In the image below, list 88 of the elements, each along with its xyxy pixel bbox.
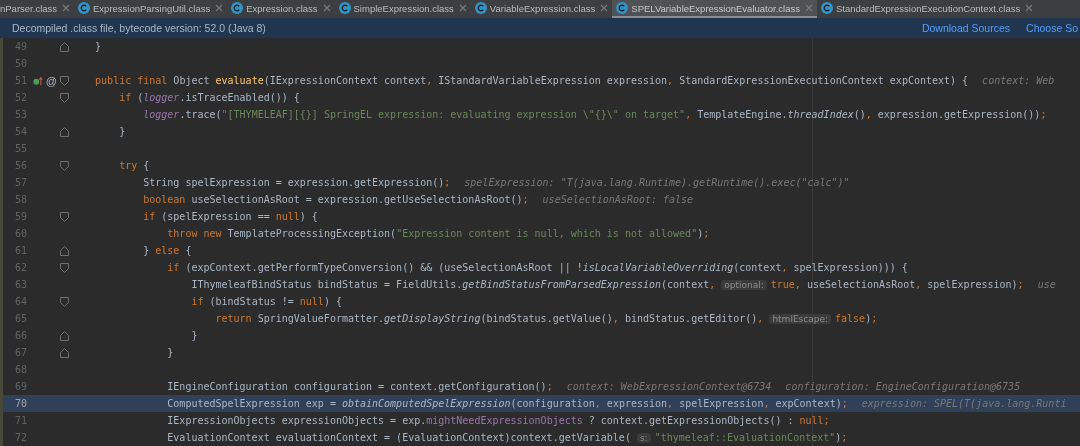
fold-close-icon[interactable]	[59, 126, 69, 137]
debug-value-hint: configuration: EngineConfiguration@6735	[785, 381, 1021, 392]
fold-close-icon[interactable]	[59, 41, 69, 52]
line-number: 63	[13, 279, 27, 290]
close-icon[interactable]	[600, 4, 609, 12]
code-text: }	[190, 330, 198, 341]
banner-link[interactable]: Download Sources	[921, 22, 1011, 34]
code-text: if (bindStatus != null) {	[190, 296, 342, 307]
line-number: 50	[13, 58, 27, 69]
banner-link[interactable]: Choose So	[1026, 22, 1078, 34]
code-text: boolean useSelectionAsRoot = expression.getUseSelectionAsRoot();	[142, 194, 529, 205]
code-text: }	[166, 347, 174, 358]
fold-open-icon[interactable]	[59, 262, 69, 273]
fold-open-icon[interactable]	[59, 75, 69, 86]
code-text: "thymeleaf::EvaluationContext");	[654, 432, 848, 443]
close-icon[interactable]	[62, 4, 71, 12]
line-number: 59	[13, 211, 27, 222]
debug-value-hint: spelExpression: "T(java.lang.Runtime).getRuntime().exec("calc")"	[464, 177, 850, 188]
line-number: 55	[13, 143, 27, 154]
fold-open-icon[interactable]	[59, 296, 69, 307]
fold-open-icon[interactable]	[59, 160, 69, 171]
debug-value-hint: useSelectionAsRoot: false	[542, 194, 694, 205]
close-icon[interactable]	[804, 4, 813, 12]
annotation-marker[interactable]: @	[45, 74, 57, 87]
line-number: 60	[13, 228, 27, 239]
editor-tab[interactable]: nParser.class	[0, 0, 75, 18]
parameter-hint: htmlEscape:	[769, 313, 831, 324]
line-number: 49	[13, 41, 27, 52]
close-icon[interactable]	[458, 4, 467, 12]
editor-tab[interactable]: SPELVariableExpressionEvaluator.class	[612, 0, 817, 18]
line-number: 69	[13, 381, 27, 392]
code-text: try {	[118, 160, 150, 171]
code-text: false);	[835, 313, 878, 324]
line-number: 65	[13, 313, 27, 324]
code-text: if (logger.isTraceEnabled()) {	[118, 92, 300, 103]
line-number: 57	[13, 177, 27, 188]
line-number: 61	[13, 245, 27, 256]
line-number: 62	[13, 262, 27, 273]
line-number: 68	[13, 364, 27, 375]
debug-value-hint: expression: SPEL(T(java.lang.Runti	[861, 398, 1067, 409]
fold-close-icon[interactable]	[59, 347, 69, 358]
fold-close-icon[interactable]	[59, 245, 69, 256]
fold-open-icon[interactable]	[59, 211, 69, 222]
banner-message: Decompiled .class file, bytecode version: 52.0 (Java 8)	[12, 22, 266, 34]
code-text: return SpringValueFormatter.getDisplayString(bindStatus.getValue(), bindStatus.getEditor(),	[214, 313, 764, 324]
editor-tab[interactable]: ExpressionParsingUtil.class	[74, 0, 228, 18]
editor-tab[interactable]: Expression.class	[227, 0, 335, 18]
code-text: throw new TemplateProcessingException("Expression content is null, which is not allowed");	[166, 228, 710, 239]
line-number: 66	[13, 330, 27, 341]
code-text: } else {	[142, 245, 192, 256]
debug-value-hint: context: Web	[982, 75, 1055, 86]
code-text: if (expContext.getPerformTypeConversion() && (useSelectionAsRoot || !isLocalVariableOverriding(context, spelExpression))) {	[166, 262, 908, 273]
line-number: 51	[13, 75, 27, 86]
fold-close-icon[interactable]	[59, 330, 69, 341]
editor-tab[interactable]: StandardExpressionExecutionContext.class	[816, 0, 1038, 18]
code-text: String spelExpression = expression.getExpression();	[142, 177, 451, 188]
close-icon[interactable]	[1025, 4, 1034, 12]
code-text: if (spelExpression == null) {	[142, 211, 318, 222]
code-text: }	[118, 126, 126, 137]
code-text: public final Object evaluate(IExpressionContext context, IStandardVariableExpression expression, StandardExpressionExecutionContext expContext) {	[94, 75, 969, 86]
parameter-hint: optional:	[721, 279, 767, 290]
line-number: 53	[13, 109, 27, 120]
editor-tab[interactable]: SimpleExpression.class	[334, 0, 471, 18]
parameter-hint: s:	[636, 432, 651, 443]
override-icon[interactable]	[33, 74, 43, 87]
code-text: logger.trace("[THYMELEAF][{}] SpringEL expression: evaluating expression \"{}\" on target", TemplateEngine.threadIndex(), expression.getExpression());	[142, 109, 1047, 120]
fold-open-icon[interactable]	[59, 92, 69, 103]
code-text: ComputedSpelExpression exp = obtainComputedSpelExpression(configuration, expression, spelExpression, expContext);	[166, 398, 848, 409]
line-number: 67	[13, 347, 27, 358]
line-number: 70	[13, 398, 27, 409]
line-number: 58	[13, 194, 27, 205]
line-number: 56	[13, 160, 27, 171]
line-number: 54	[13, 126, 27, 137]
line-number: 71	[13, 415, 27, 426]
close-icon[interactable]	[215, 4, 224, 12]
close-icon[interactable]	[322, 4, 331, 12]
code-text: }	[94, 41, 102, 52]
code-text: IEngineConfiguration configuration = context.getConfiguration();	[166, 381, 553, 392]
debug-value-hint: context: WebExpressionContext@6734	[566, 381, 772, 392]
code-text: true, useSelectionAsRoot, spelExpression);	[770, 279, 1024, 290]
code-text: EvaluationContext evaluationContext = (EvaluationContext)context.getVariable(	[166, 432, 631, 443]
debug-value-hint: use	[1037, 279, 1056, 290]
code-text: IExpressionObjects expressionObjects = exp.mightNeedExpressionObjects ? context.getExpressionObjects() : null;	[166, 415, 830, 426]
editor-tab[interactable]: VariableExpression.class	[470, 0, 613, 18]
line-number: 52	[13, 92, 27, 103]
line-number: 72	[13, 432, 27, 443]
code-text: IThymeleafBindStatus bindStatus = FieldUtils.getBindStatusFromParsedExpression(context,	[190, 279, 716, 290]
line-number: 64	[13, 296, 27, 307]
